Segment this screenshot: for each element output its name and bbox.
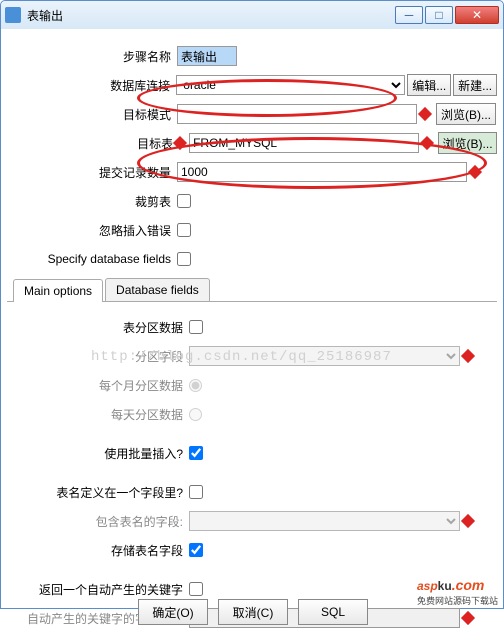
btn-edit-conn[interactable]: 编辑... [407,74,451,96]
label-store-name: 存储表名字段 [13,542,189,559]
row-monthly: 每个月分区数据 [13,372,473,398]
label-specify: Specify database fields [7,252,177,266]
radio-daily [189,408,202,421]
diamond-icon [173,136,187,150]
row-name-in-field: 表名定义在一个字段里? [13,479,473,505]
row-table: 目标表 浏览(B)... [7,130,497,156]
row-step-name: 步骤名称 [7,43,497,69]
brand-c: .com [452,577,485,593]
tab-database-fields[interactable]: Database fields [105,278,210,301]
label-name-in-field: 表名定义在一个字段里? [13,484,189,501]
input-step-name[interactable] [177,46,237,66]
select-db-conn[interactable]: oracle [176,75,405,95]
row-truncate: 裁剪表 [7,188,497,214]
chk-gen-key[interactable] [189,582,203,596]
input-schema[interactable] [177,104,417,124]
input-table[interactable] [189,133,419,153]
label-ignore: 忽略插入错误 [7,222,177,239]
chk-batch[interactable] [189,446,203,460]
diamond-icon [418,107,432,121]
watermark: http://blog.csdn.net/qq_25186987 [91,349,392,365]
maximize-button[interactable]: □ [425,6,453,24]
label-db-conn: 数据库连接 [7,77,176,94]
row-schema: 目标模式 浏览(B)... [7,101,497,127]
label-batch: 使用批量插入? [13,445,189,462]
app-icon [5,7,21,23]
radio-monthly [189,379,202,392]
brand-sub: 免费网站源码下载站 [417,594,498,607]
label-partition: 表分区数据 [13,319,189,336]
brand-a: asp [417,579,438,593]
chk-truncate[interactable] [177,194,191,208]
row-partition: 表分区数据 [13,314,473,340]
window-title: 表输出 [27,7,393,24]
titlebar: 表输出 ─ □ ✕ [1,1,503,29]
row-commit: 提交记录数量 [7,159,497,185]
minimize-button[interactable]: ─ [395,6,423,24]
window: 表输出 ─ □ ✕ 步骤名称 数据库连接 oracle 编辑... 新建... … [0,0,504,609]
brand-b: ku [438,579,452,593]
label-monthly: 每个月分区数据 [13,377,189,394]
btn-browse-table[interactable]: 浏览(B)... [438,132,497,154]
row-specify: Specify database fields [7,246,497,272]
label-schema: 目标模式 [7,106,177,123]
input-commit[interactable] [177,162,467,182]
row-field-contain: 包含表名的字段: [13,508,473,534]
chk-name-in-field[interactable] [189,485,203,499]
chk-store-name[interactable] [189,543,203,557]
btn-ok[interactable]: 确定(O) [138,599,208,625]
chk-partition[interactable] [189,320,203,334]
row-daily: 每天分区数据 [13,401,473,427]
chk-ignore[interactable] [177,223,191,237]
label-step-name: 步骤名称 [7,48,177,65]
label-table: 目标表 [7,135,175,152]
row-batch: 使用批量插入? [13,440,473,466]
label-gen-key: 返回一个自动产生的关键字 [13,581,189,598]
btn-sql[interactable]: SQL [298,599,368,625]
diamond-icon [461,349,475,363]
btn-cancel[interactable]: 取消(C) [218,599,288,625]
row-db-conn: 数据库连接 oracle 编辑... 新建... [7,72,497,98]
btn-new-conn[interactable]: 新建... [453,74,497,96]
close-button[interactable]: ✕ [455,6,499,24]
label-truncate: 裁剪表 [7,193,177,210]
btn-browse-schema[interactable]: 浏览(B)... [436,103,496,125]
row-store-name: 存储表名字段 [13,537,473,563]
tab-main-options[interactable]: Main options [13,279,103,302]
tabbar: Main options Database fields [7,278,497,302]
content: 步骤名称 数据库连接 oracle 编辑... 新建... 目标模式 浏览(B)… [1,29,503,631]
select-field-contain [189,511,460,531]
diamond-icon [461,514,475,528]
brand-logo: aspku.com 免费网站源码下载站 [417,570,498,607]
diamond-icon [468,165,482,179]
label-field-contain: 包含表名的字段: [13,513,189,530]
label-daily: 每天分区数据 [13,406,189,423]
chk-specify[interactable] [177,252,191,266]
label-commit: 提交记录数量 [7,164,177,181]
diamond-icon [420,136,434,150]
row-ignore: 忽略插入错误 [7,217,497,243]
